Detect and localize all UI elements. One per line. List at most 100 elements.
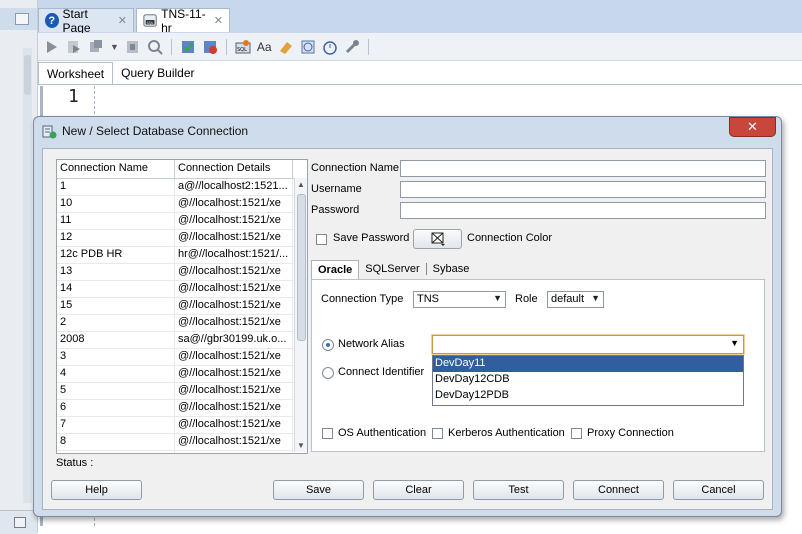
close-icon[interactable]: ✕: [118, 14, 127, 27]
format-text-icon[interactable]: Aa: [257, 40, 272, 54]
connection-details-cell: @//localhost:1521/xe: [175, 366, 293, 382]
table-row[interactable]: 8 @//localhost:1521/xe: [57, 434, 307, 451]
dialog-title: New / Select Database Connection: [62, 124, 249, 138]
commit-icon[interactable]: [88, 39, 104, 55]
os-authentication-label: OS Authentication: [338, 427, 427, 439]
help-button[interactable]: Help: [51, 480, 142, 500]
scroll-up-icon[interactable]: ▲: [297, 180, 305, 189]
table-row[interactable]: 3 @//localhost:1521/xe: [57, 349, 307, 366]
history-icon[interactable]: [300, 39, 316, 55]
connection-details-cell: @//localhost:1521/xe: [175, 196, 293, 212]
table-row[interactable]: 11 @//localhost:1521/xe: [57, 213, 307, 230]
connection-name-cell: 2: [57, 315, 175, 331]
connection-name-cell: 15: [57, 298, 175, 314]
network-alias-radio[interactable]: [322, 339, 334, 351]
table-row[interactable]: 10 @//localhost:1521/xe: [57, 196, 307, 213]
sql-tuning-icon[interactable]: SQL: [235, 39, 251, 55]
test-button[interactable]: Test: [473, 480, 564, 500]
connection-details-cell: sa@//gbr30199.uk.o...: [175, 332, 293, 348]
dropdown-option[interactable]: DevDay12PDB: [433, 388, 743, 404]
save-password-checkbox[interactable]: [316, 234, 327, 245]
connection-color-button[interactable]: [413, 229, 462, 249]
tab-tns-11-hr[interactable]: SQL TNS-11-hr ✕: [136, 6, 230, 35]
commit-check-icon[interactable]: [180, 39, 196, 55]
chevron-down-icon: ▼: [730, 338, 739, 348]
connection-list-scrollbar[interactable]: ▲ ▼: [294, 178, 307, 452]
dropdown-option[interactable]: DevDay11: [433, 356, 743, 372]
chevron-down-icon[interactable]: ▼: [110, 42, 119, 52]
tab-label: TNS-11-hr: [161, 6, 206, 35]
cancel-button[interactable]: Cancel: [673, 480, 764, 500]
tab-query-builder[interactable]: Query Builder: [113, 62, 202, 84]
save-button[interactable]: Save: [273, 480, 364, 500]
password-input[interactable]: [400, 202, 766, 219]
connection-details-cell: @//localhost:1521/xe: [175, 315, 293, 331]
minimize-icon[interactable]: [15, 13, 29, 25]
connection-details-cell: @//localhost:1521/xe: [175, 264, 293, 280]
column-header-connection-details[interactable]: Connection Details: [175, 160, 293, 178]
role-select[interactable]: default ▼: [547, 291, 604, 308]
table-row[interactable]: 9@//localhost:1521/xe: [57, 451, 307, 453]
connection-details-cell: a@//localhost2:1521...: [175, 179, 293, 195]
table-row[interactable]: 13 @//localhost:1521/xe: [57, 264, 307, 281]
dropdown-option[interactable]: DevDay12CDB: [433, 372, 743, 388]
clear-eraser-icon[interactable]: [278, 39, 294, 55]
minimize-icon[interactable]: [14, 517, 26, 528]
tab-oracle[interactable]: Oracle: [311, 259, 360, 279]
left-panel-scrollbar[interactable]: [23, 48, 32, 503]
table-row[interactable]: 14 @//localhost:1521/xe: [57, 281, 307, 298]
connection-name-label: Connection Name: [311, 162, 400, 174]
scroll-thumb[interactable]: [297, 194, 306, 341]
table-row[interactable]: 4 @//localhost:1521/xe: [57, 366, 307, 383]
svg-text:SQL: SQL: [147, 21, 154, 25]
connection-details-cell: @//localhost:1521/xe: [175, 349, 293, 365]
run-script-icon[interactable]: [66, 39, 82, 55]
table-row[interactable]: 15 @//localhost:1521/xe: [57, 298, 307, 315]
network-alias-label: Network Alias: [338, 338, 405, 350]
tab-sqlserver[interactable]: SQLServer: [359, 260, 425, 278]
scroll-down-icon[interactable]: ▼: [297, 441, 305, 450]
run-statement-icon[interactable]: [44, 39, 60, 55]
tab-start-page[interactable]: ? Start Page ✕: [38, 7, 134, 35]
database-connection-icon: [42, 125, 57, 139]
connection-name-input[interactable]: [400, 160, 766, 177]
table-row[interactable]: 5 @//localhost:1521/xe: [57, 383, 307, 400]
connection-name-cell: 12c PDB HR: [57, 247, 175, 263]
os-authentication-checkbox[interactable]: [322, 428, 333, 439]
network-alias-dropdown: DevDay11 DevDay12CDB DevDay12PDB: [432, 355, 744, 406]
wrench-icon[interactable]: [344, 39, 360, 55]
table-row[interactable]: 1 a@//localhost2:1521...: [57, 179, 307, 196]
connection-list[interactable]: Connection Name Connection Details 1 a@//…: [56, 159, 308, 454]
connect-identifier-radio[interactable]: [322, 367, 334, 379]
kerberos-authentication-checkbox[interactable]: [432, 428, 443, 439]
explain-plan-icon[interactable]: [125, 39, 141, 55]
close-button[interactable]: ✕: [729, 117, 776, 137]
connection-name-cell: 4: [57, 366, 175, 382]
tab-sybase[interactable]: Sybase: [427, 260, 476, 278]
table-row[interactable]: 12 @//localhost:1521/xe: [57, 230, 307, 247]
clear-button[interactable]: Clear: [373, 480, 464, 500]
table-row[interactable]: 7 @//localhost:1521/xe: [57, 417, 307, 434]
autotrace-icon[interactable]: [147, 39, 163, 55]
connection-name-cell: 5: [57, 383, 175, 399]
connection-type-value: TNS: [417, 293, 439, 305]
username-input[interactable]: [400, 181, 766, 198]
table-row[interactable]: 12c PDB HR hr@//localhost:1521/...: [57, 247, 307, 264]
rollback-icon[interactable]: [202, 39, 218, 55]
column-header-connection-name[interactable]: Connection Name: [57, 160, 175, 178]
connect-button[interactable]: Connect: [573, 480, 664, 500]
proxy-connection-checkbox[interactable]: [571, 428, 582, 439]
left-panel-scroll-thumb[interactable]: [24, 55, 31, 95]
network-alias-select[interactable]: ▼: [432, 335, 744, 354]
connection-name-cell: 10: [57, 196, 175, 212]
table-row[interactable]: 2 @//localhost:1521/xe: [57, 315, 307, 332]
tab-worksheet[interactable]: Worksheet: [38, 62, 114, 84]
close-icon[interactable]: ✕: [214, 14, 223, 27]
table-row[interactable]: 2008 sa@//gbr30199.uk.o...: [57, 332, 307, 349]
connection-name-cell: 1: [57, 179, 175, 195]
status-label: Status :: [56, 457, 94, 469]
connection-type-select[interactable]: TNS ▼: [413, 291, 506, 308]
timer-icon[interactable]: [322, 39, 338, 55]
table-row[interactable]: 6 @//localhost:1521/xe: [57, 400, 307, 417]
connection-details-cell: @//localhost:1521/xe: [175, 281, 293, 297]
